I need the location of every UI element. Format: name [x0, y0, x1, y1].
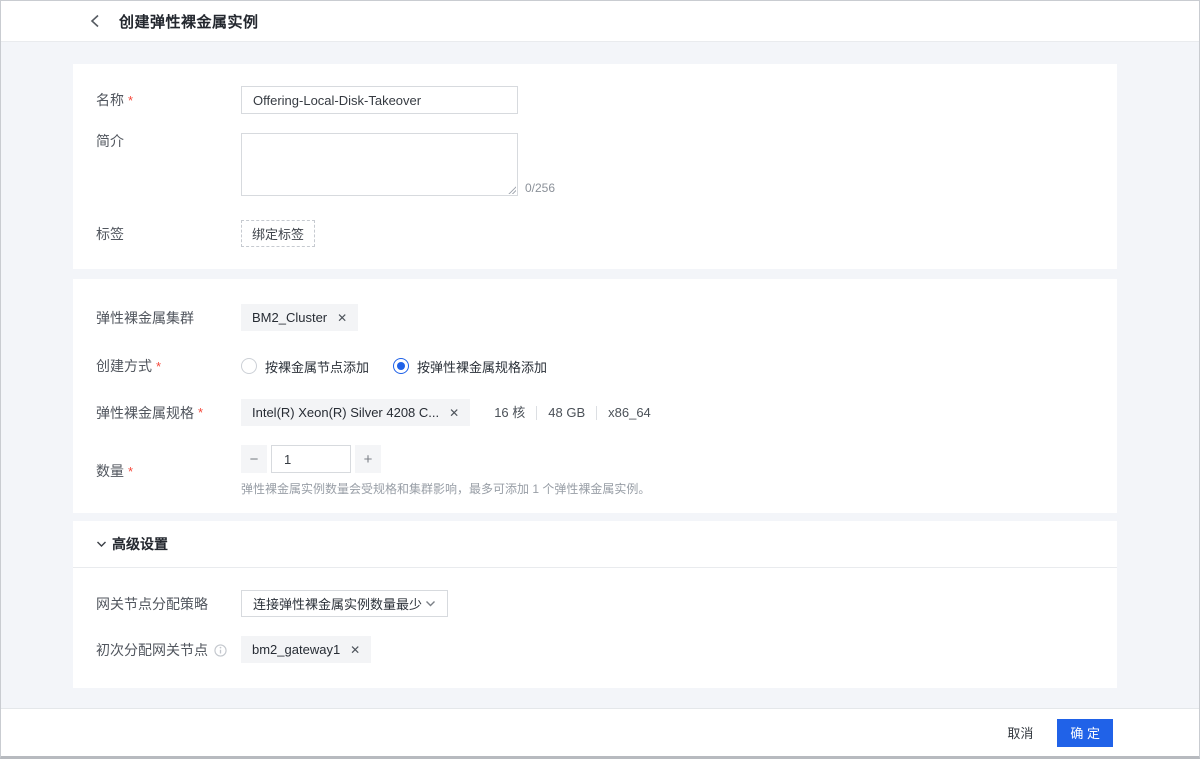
cancel-button[interactable]: 取消	[1007, 723, 1033, 742]
policy-label-col: 网关节点分配策略	[96, 590, 241, 617]
spec-chip-label: Intel(R) Xeon(R) Silver 4208 C...	[252, 405, 439, 420]
desc-label: 简介	[96, 133, 124, 149]
char-counter: 0/256	[525, 181, 555, 196]
name-input[interactable]	[241, 86, 518, 114]
back-button[interactable]	[86, 12, 104, 30]
gateway-label: 初次分配网关节点	[96, 642, 208, 658]
bind-tag-button[interactable]: 绑定标签	[241, 220, 315, 247]
radio-option-by-spec[interactable]: 按弹性裸金属规格添加	[393, 357, 547, 376]
spec-arch: x86_64	[596, 406, 662, 420]
required-mark: *	[198, 405, 203, 420]
required-mark: *	[128, 464, 133, 479]
spec-label: 弹性裸金属规格	[96, 405, 194, 421]
form-content: 名称 * 简介 0/256	[1, 42, 1199, 708]
spec-memory: 48 GB	[536, 406, 596, 420]
plus-button[interactable]: +	[355, 445, 381, 473]
advanced-settings-card: 高级设置 网关节点分配策略 连接弹性裸金属实例数量最少	[73, 521, 1117, 688]
radio-label: 按裸金属节点添加	[265, 357, 369, 376]
tag-label: 标签	[96, 226, 124, 242]
gateway-label-col: 初次分配网关节点	[96, 636, 241, 663]
info-icon[interactable]	[214, 644, 227, 657]
config-card: 弹性裸金属集群 BM2_Cluster ✕ 创建方式 *	[73, 279, 1117, 513]
quantity-label-col: 数量 *	[96, 445, 241, 497]
creation-method-radio-group: 按裸金属节点添加 按弹性裸金属规格添加	[241, 357, 1094, 375]
quantity-hint: 弹性裸金属实例数量会受规格和集群影响，最多可添加 1 个弹性裸金属实例。	[241, 480, 1094, 497]
page-title: 创建弹性裸金属实例	[119, 11, 259, 32]
radio-unchecked-icon[interactable]	[241, 358, 257, 374]
confirm-button[interactable]: 确 定	[1057, 719, 1113, 747]
gateway-chip: bm2_gateway1 ✕	[241, 636, 371, 663]
policy-label: 网关节点分配策略	[96, 596, 208, 612]
advanced-settings-toggle[interactable]: 高级设置	[73, 521, 1117, 568]
spec-chip: Intel(R) Xeon(R) Silver 4208 C... ✕	[241, 399, 470, 426]
cluster-chip-label: BM2_Cluster	[252, 310, 327, 325]
tag-label-col: 标签	[96, 220, 241, 247]
name-label: 名称	[96, 92, 124, 108]
gateway-policy-select[interactable]: 连接弹性裸金属实例数量最少	[241, 590, 448, 617]
advanced-settings-title: 高级设置	[112, 534, 168, 554]
quantity-input[interactable]	[271, 445, 351, 473]
page-header: 创建弹性裸金属实例	[1, 1, 1199, 42]
quantity-label: 数量	[96, 463, 124, 479]
spec-label-col: 弹性裸金属规格 *	[96, 399, 241, 426]
method-label-col: 创建方式 *	[96, 357, 241, 375]
radio-checked-icon[interactable]	[393, 358, 409, 374]
cluster-label: 弹性裸金属集群	[96, 310, 194, 326]
desc-label-col: 简介	[96, 133, 241, 196]
desc-textarea[interactable]	[241, 133, 518, 196]
radio-option-by-node[interactable]: 按裸金属节点添加	[241, 357, 369, 376]
spec-hardware-info: 16 核 48 GB x86_64	[483, 406, 662, 420]
gateway-policy-value: 连接弹性裸金属实例数量最少	[253, 594, 422, 613]
quantity-stepper: − +	[241, 445, 1094, 473]
chevron-down-icon	[96, 540, 107, 548]
gateway-chip-label: bm2_gateway1	[252, 642, 340, 657]
spec-cores: 16 核	[483, 406, 536, 420]
minus-button[interactable]: −	[241, 445, 267, 473]
close-icon[interactable]: ✕	[337, 312, 347, 324]
name-label-col: 名称 *	[96, 86, 241, 114]
required-mark: *	[128, 93, 133, 108]
action-footer: 取消 确 定	[1, 708, 1199, 756]
cluster-label-col: 弹性裸金属集群	[96, 304, 241, 331]
basic-info-card: 名称 * 简介 0/256	[73, 64, 1117, 269]
chevron-left-icon	[90, 14, 100, 28]
method-label: 创建方式	[96, 358, 152, 374]
close-icon[interactable]: ✕	[350, 644, 360, 656]
radio-label: 按弹性裸金属规格添加	[417, 357, 547, 376]
close-icon[interactable]: ✕	[449, 407, 459, 419]
required-mark: *	[156, 359, 161, 374]
cluster-chip: BM2_Cluster ✕	[241, 304, 358, 331]
create-elastic-baremetal-page: 创建弹性裸金属实例 名称 * 简介	[0, 0, 1200, 759]
chevron-down-icon	[425, 600, 436, 607]
